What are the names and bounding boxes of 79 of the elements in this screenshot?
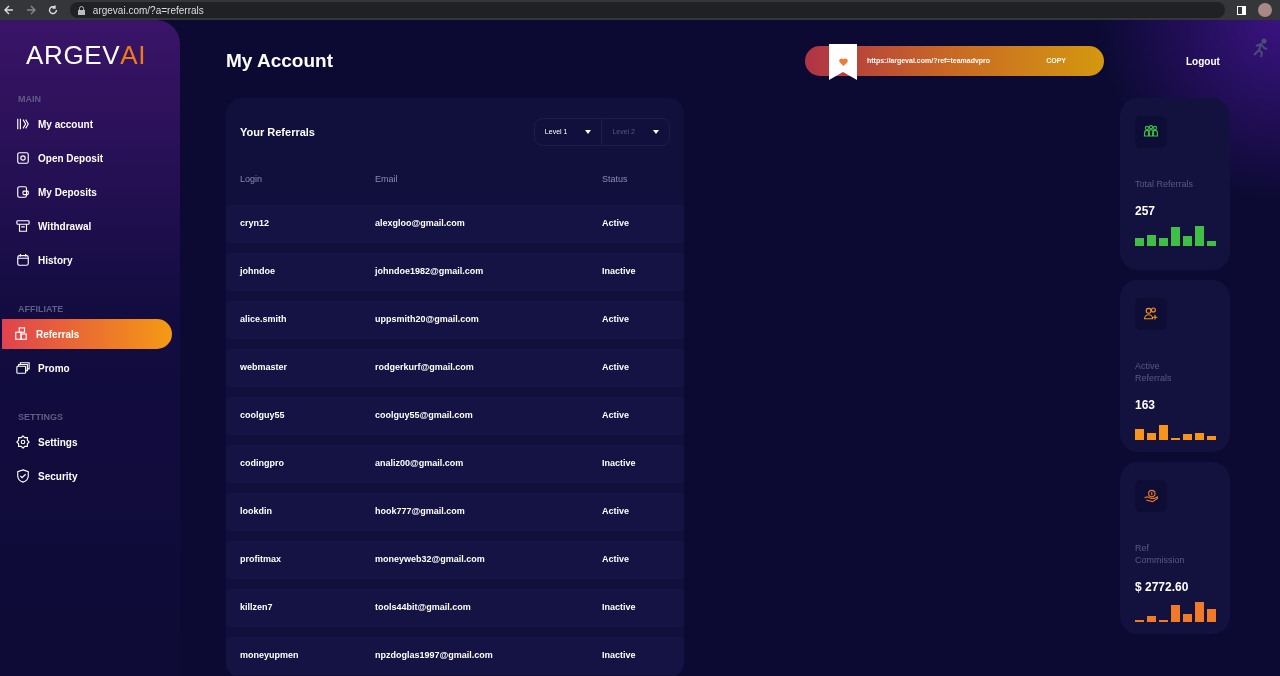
forward-icon[interactable] [25,5,36,15]
logo-accent-text: AI [120,40,147,70]
people-icon [1143,124,1159,140]
page-title: My Account [226,48,334,73]
login-cell-text: webmaster [240,361,289,375]
safe-icon [16,151,30,165]
url-text: argevai.com/?a=referrals [92,3,204,18]
status-cell-text: Inactive [602,649,637,663]
login-cell-text: alice.smith [240,313,288,327]
email-cell-text: moneyweb32@gmail.com [375,553,486,567]
shield-icon [16,469,30,483]
sidebar-item[interactable]: History [2,248,172,272]
status-cell-text: Active [602,361,630,375]
login-cell-text: coolguy55 [240,409,286,423]
sidebar-item[interactable]: Promo [2,356,172,380]
login-cell-text: profitmax [240,553,282,567]
section-heading: SETTINGS [17,410,64,424]
status-cell-text: Inactive [602,601,637,615]
login-cell-text: cryn12 [240,217,271,231]
add-user-icon [1143,306,1159,322]
stat-value: 163 [1135,397,1157,414]
sidebar-item[interactable]: Security [2,464,172,488]
email-cell-text: rodgerkurf@gmail.com [375,361,475,375]
heart-icon [838,58,848,66]
login-cell-text: killzen7 [240,601,274,615]
atm-icon [16,219,30,233]
sidebar-item[interactable]: Settings [2,430,172,454]
email-cell-text: hook777@gmail.com [375,505,466,519]
status-cell-text: Inactive [602,457,637,471]
sidebar-item[interactable]: My account [2,112,172,136]
login-cell-text: johndoe [240,265,276,279]
email-cell-text: npzdoglas1997@gmail.com [375,649,494,663]
stat-value: $ 2772.60 [1135,579,1190,596]
column-header: Login [240,173,264,186]
email-cell-text: uppsmith20@gmail.com [375,313,480,327]
boxes-icon [14,327,28,341]
bars-icon [16,117,30,131]
address-bar[interactable]: argevai.com/?a=referrals [69,2,1225,18]
sidebar-item[interactable]: My Deposits [2,180,172,204]
status-cell-text: Active [602,553,630,567]
column-header: Email [375,173,399,186]
status-cell-text: Active [602,313,630,327]
sidebar-item[interactable]: Withdrawal [2,214,172,238]
login-cell-text: codingpro [240,457,285,471]
wallet-icon [16,185,30,199]
section-heading: MAIN [17,92,42,106]
stat-label: Active Referrals [1135,360,1173,384]
sidebar-toggle-icon[interactable] [1237,5,1246,15]
login-cell-text: lookdin [240,505,273,519]
column-header: Status [602,173,629,186]
card-title: Your Referrals [240,124,315,140]
email-cell-text: alexgloo@gmail.com [375,217,466,231]
coin-hand-icon [1143,488,1159,504]
email-cell-text: analiz00@gmail.com [375,457,465,471]
logo-text: ARGEV [26,40,121,70]
caret-icon [585,130,592,134]
status-cell-text: Inactive [602,265,637,279]
sidebar-item[interactable]: Open Deposit [2,146,172,170]
stat-label: Ref Commission [1135,542,1186,566]
status-cell-text: Active [602,217,630,231]
status-cell-text: Active [602,409,630,423]
gear-icon [16,435,30,449]
cards-icon [16,361,30,375]
sidebar-item[interactable]: Referrals [2,319,172,349]
status-cell-text: Active [602,505,630,519]
calendar-icon [16,253,30,267]
lock-icon [77,5,85,15]
section-heading: AFFILIATE [17,302,65,316]
stat-value: 257 [1135,203,1157,220]
reload-icon[interactable] [47,5,58,15]
email-cell-text: johndoe1982@gmail.com [375,265,485,279]
logout-button[interactable]: Logout [1186,53,1220,69]
login-cell-text: moneyupmen [240,649,300,663]
caret-icon [653,130,659,134]
avatar[interactable] [1258,3,1272,17]
back-icon[interactable] [4,5,14,15]
stat-label: Total Referrals [1135,178,1195,190]
email-cell-text: coolguy55@gmail.com [375,409,474,423]
email-cell-text: tools44bit@gmail.com [375,601,472,615]
